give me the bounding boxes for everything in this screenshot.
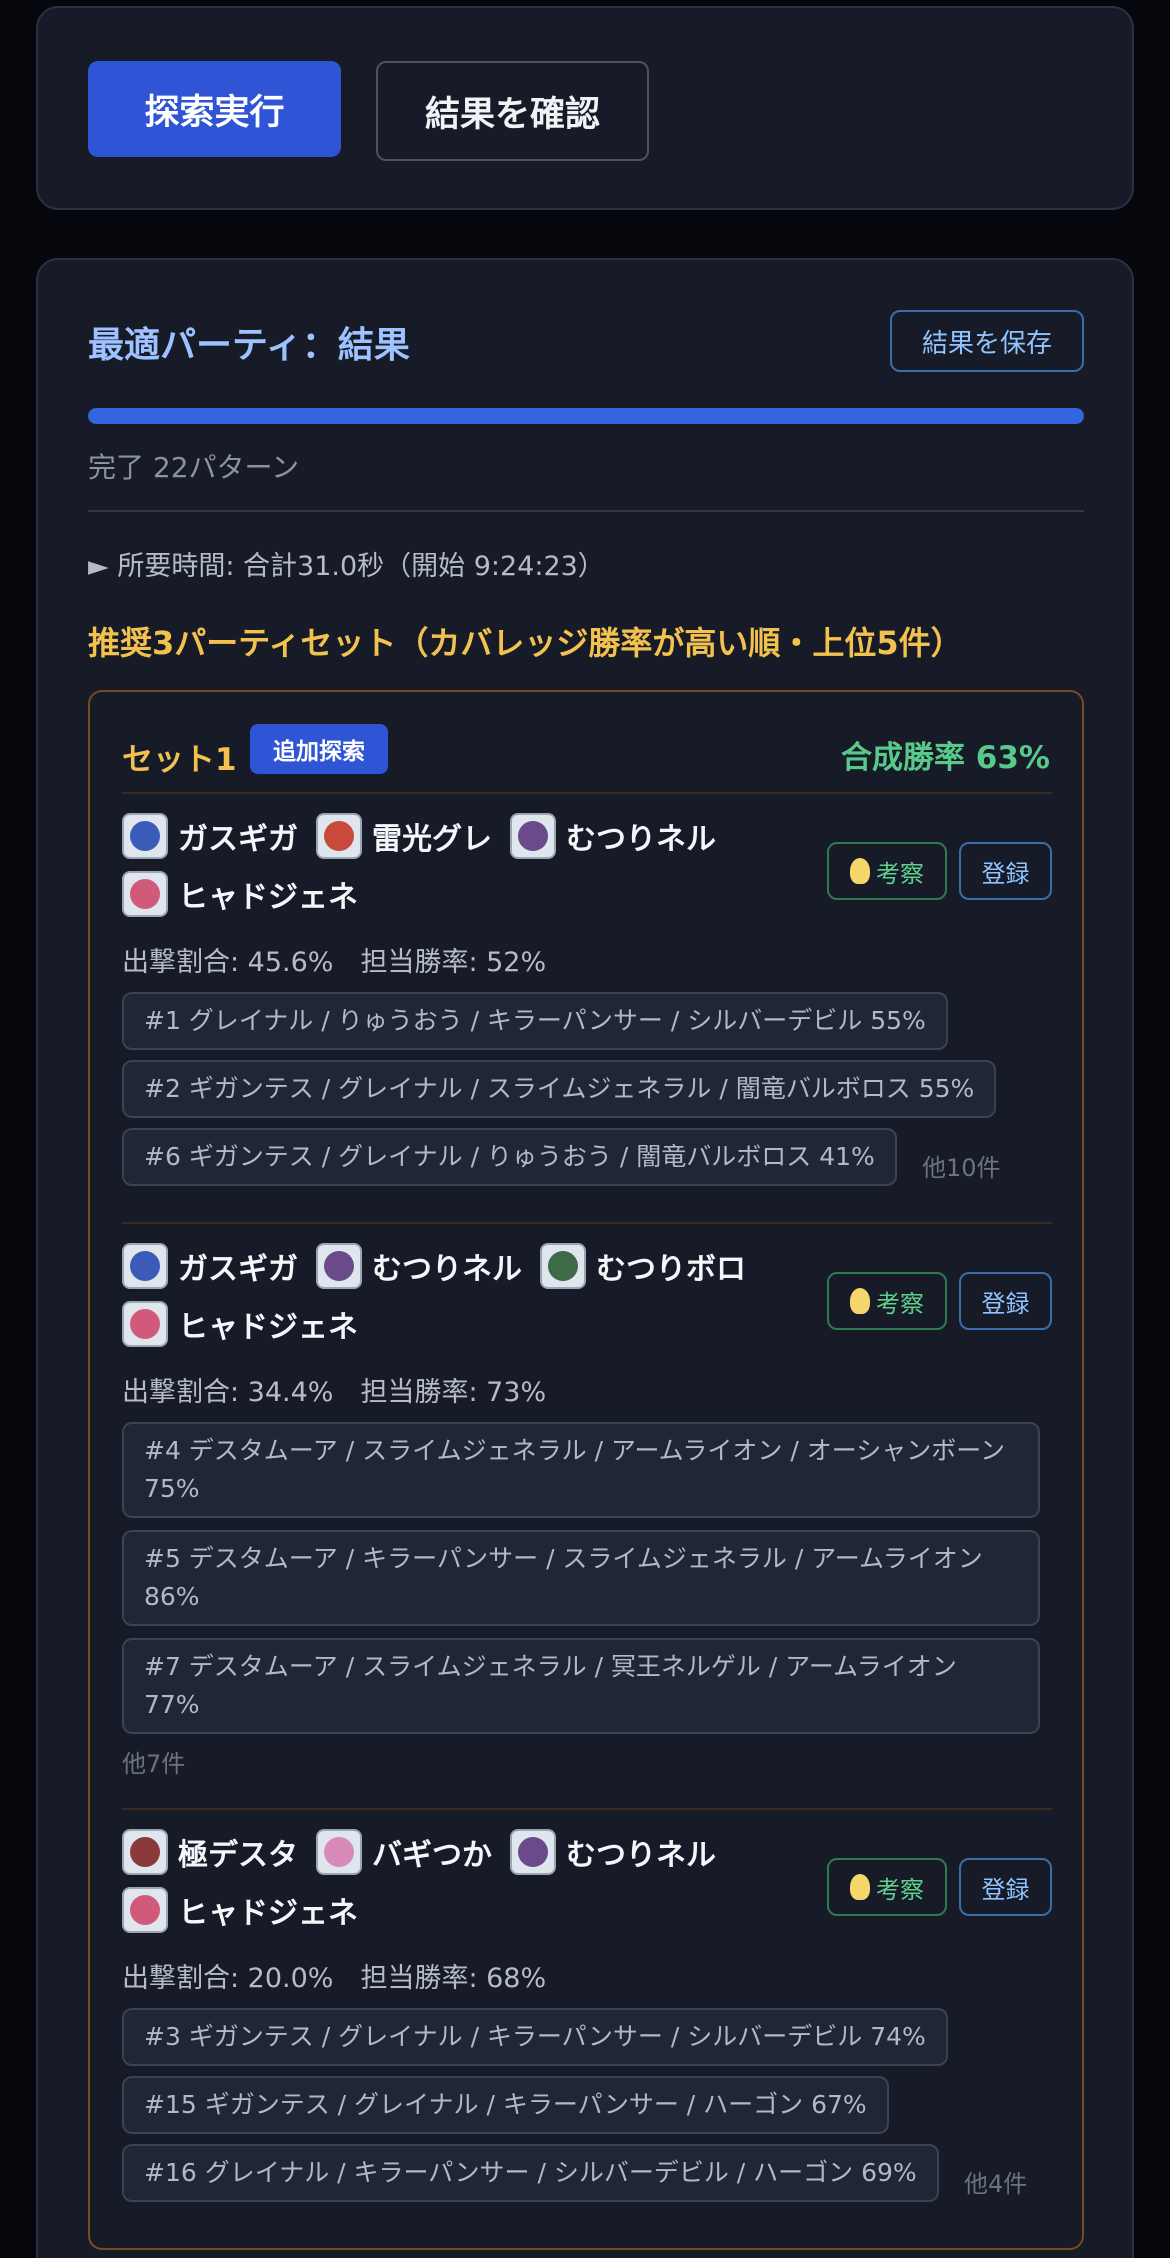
demon-icon <box>510 813 556 859</box>
result-title: 最適パーティ：結果 <box>88 325 410 366</box>
consider-button[interactable]: 考察 <box>827 842 947 900</box>
party-separator <box>122 1808 1052 1810</box>
slime-general-icon <box>122 1887 168 1933</box>
slime-general-icon <box>122 1301 168 1347</box>
monster-name: ヒャドジェネ <box>178 880 358 915</box>
monster-row: ガスギガ 雷光グレ むつりネル <box>122 810 734 862</box>
monster-name: ヒャドジェネ <box>178 1310 358 1345</box>
combo-chip: #3 ギガンテス / グレイナル / キラーパンサー / シルバーデビル 74% <box>122 2008 948 2066</box>
blue-robot-icon <box>122 813 168 859</box>
combo-chip: #2 ギガンテス / グレイナル / スライムジェネラル / 闇竜バルボロス 5… <box>122 1060 997 1118</box>
monster: ガスギガ <box>122 813 298 859</box>
demon-icon <box>510 1829 556 1875</box>
combo-chip: #7 デスタムーア / スライムジェネラル / 冥王ネルゲル / アームライオン… <box>122 1638 1040 1734</box>
blue-robot-icon <box>122 1243 168 1289</box>
monster: むつりネル <box>510 813 716 859</box>
lightbulb-icon <box>850 858 870 884</box>
elapsed-time-toggle[interactable]: ► 所要時間: 合計31.0秒（開始 9:24:23） <box>88 544 605 583</box>
lightbulb-icon <box>850 1288 870 1314</box>
recommended-sets-title: 推奨3パーティセット（カバレッジ勝率が高い順・上位5件） <box>88 624 963 662</box>
monster: ヒャドジェネ <box>122 1887 358 1933</box>
monster-name: むつりネル <box>566 822 716 857</box>
monster-name: むつりネル <box>372 1252 522 1287</box>
set-label: セット1 <box>122 742 237 778</box>
party-separator <box>122 1222 1052 1224</box>
combined-win-rate: 合成勝率 63% <box>841 740 1050 776</box>
dragon-icon <box>316 813 362 859</box>
combo-chip: #4 デスタムーア / スライムジェネラル / アームライオン / オーシャンボ… <box>122 1422 1040 1518</box>
monster-name: ガスギガ <box>178 822 298 857</box>
combo-chip: #6 ギガンテス / グレイナル / りゅうおう / 闇竜バルボロス 41% <box>122 1128 897 1186</box>
divider <box>88 510 1084 512</box>
consider-label: 考察 <box>876 859 924 888</box>
consider-button[interactable]: 考察 <box>827 1272 947 1330</box>
combo-chip: #15 ギガンテス / グレイナル / キラーパンサー / ハーゴン 67% <box>122 2076 889 2134</box>
combo-chip: #16 グレイナル / キラーパンサー / シルバーデビル / ハーゴン 69% <box>122 2144 939 2202</box>
consider-label: 考察 <box>876 1875 924 1904</box>
action-card: 探索実行 結果を確認 <box>36 6 1134 210</box>
monster-name: 雷光グレ <box>372 822 492 857</box>
progress-bar <box>88 408 1084 424</box>
dark-dragon-icon <box>540 1243 586 1289</box>
result-card: 最適パーティ：結果 結果を保存 完了 22パターン ► 所要時間: 合計31.0… <box>36 258 1134 2258</box>
consider-label: 考察 <box>876 1289 924 1318</box>
monster-row: 極デスタ バギつか むつりネル <box>122 1826 734 1878</box>
monster-name: ヒャドジェネ <box>178 1896 358 1931</box>
register-button[interactable]: 登録 <box>959 1858 1052 1916</box>
search-execute-button[interactable]: 探索実行 <box>88 61 341 157</box>
lightbulb-icon <box>850 1874 870 1900</box>
monster: 雷光グレ <box>316 813 492 859</box>
monster: 極デスタ <box>122 1829 298 1875</box>
extra-search-button[interactable]: 追加探索 <box>250 724 388 774</box>
check-results-button[interactable]: 結果を確認 <box>376 61 649 161</box>
party-stats: 出撃割合: 45.6% 担当勝率: 52% <box>122 947 547 978</box>
monster-name: ガスギガ <box>178 1252 298 1287</box>
beast-icon <box>122 1829 168 1875</box>
monster-row: ヒャドジェネ <box>122 868 376 920</box>
monster: むつりネル <box>510 1829 716 1875</box>
party-stats: 出撃割合: 20.0% 担当勝率: 68% <box>122 1963 547 1994</box>
demon-icon <box>316 1243 362 1289</box>
progress-fill <box>88 408 1084 424</box>
slime-general-icon <box>122 871 168 917</box>
more-count[interactable]: 他7件 <box>122 1744 185 1779</box>
combo-chip: #5 デスタムーア / キラーパンサー / スライムジェネラル / アームライオ… <box>122 1530 1040 1626</box>
progress-status: 完了 22パターン <box>88 451 300 484</box>
monster-name: むつりボロ <box>596 1252 746 1287</box>
monster-row: ヒャドジェネ <box>122 1884 376 1936</box>
monster-name: バギつか <box>372 1838 492 1873</box>
monster-row: ガスギガ むつりネル むつりボロ <box>122 1240 764 1292</box>
monster: ヒャドジェネ <box>122 871 358 917</box>
monster-name: むつりネル <box>566 1838 716 1873</box>
party-set-1: セット1 追加探索 合成勝率 63% ガスギガ 雷光グレ むつりネル ヒャドジェ… <box>88 690 1084 2250</box>
monster: バギつか <box>316 1829 492 1875</box>
monster: ガスギガ <box>122 1243 298 1289</box>
register-button[interactable]: 登録 <box>959 842 1052 900</box>
more-count[interactable]: 他4件 <box>964 2164 1027 2199</box>
party-stats: 出撃割合: 34.4% 担当勝率: 73% <box>122 1377 547 1408</box>
save-results-button[interactable]: 結果を保存 <box>890 310 1084 372</box>
monster: むつりボロ <box>540 1243 746 1289</box>
more-count[interactable]: 他10件 <box>922 1148 1001 1183</box>
combo-chip: #1 グレイナル / りゅうおう / キラーパンサー / シルバーデビル 55% <box>122 992 948 1050</box>
monster: むつりネル <box>316 1243 522 1289</box>
pink-monster-icon <box>316 1829 362 1875</box>
consider-button[interactable]: 考察 <box>827 1858 947 1916</box>
monster-row: ヒャドジェネ <box>122 1298 376 1350</box>
party-separator <box>122 792 1052 794</box>
monster: ヒャドジェネ <box>122 1301 358 1347</box>
monster-name: 極デスタ <box>178 1838 298 1873</box>
register-button[interactable]: 登録 <box>959 1272 1052 1330</box>
